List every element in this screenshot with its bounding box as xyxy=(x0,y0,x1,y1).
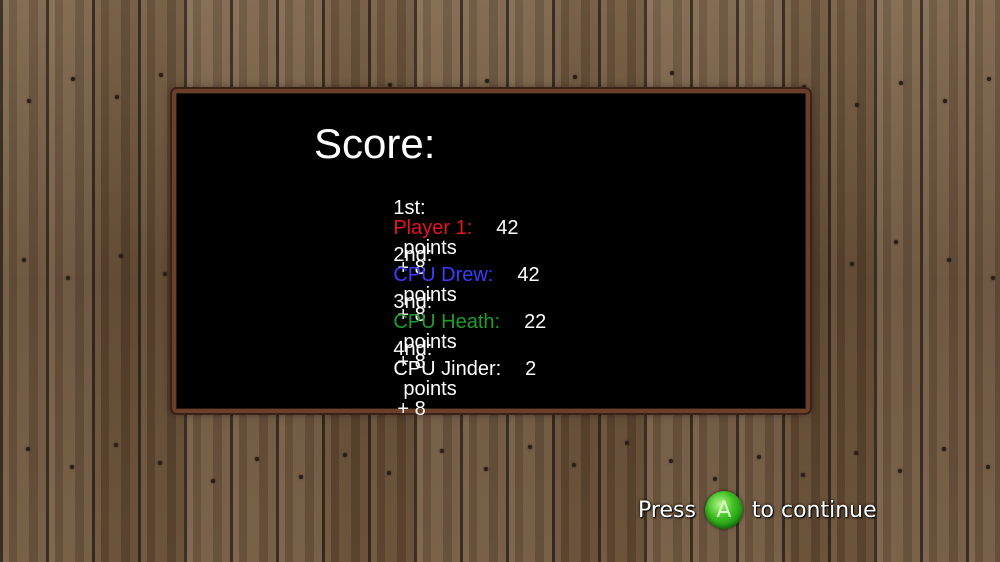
nail-icon xyxy=(26,447,30,451)
nail-icon xyxy=(27,99,31,103)
press-label: Press xyxy=(638,497,696,523)
nail-icon xyxy=(801,473,805,477)
continue-prompt[interactable]: Press A to continue xyxy=(638,490,877,530)
nail-icon xyxy=(485,79,489,83)
nail-icon xyxy=(114,443,118,447)
nail-icon xyxy=(943,99,947,103)
nail-icon xyxy=(573,75,577,79)
nail-icon xyxy=(987,77,991,81)
nail-icon xyxy=(528,445,532,449)
nail-icon xyxy=(850,262,854,266)
nail-icon xyxy=(22,258,26,262)
bonus-value: + 8 xyxy=(397,398,426,420)
nail-icon xyxy=(986,465,990,469)
nail-icon xyxy=(625,441,629,445)
nail-icon xyxy=(942,447,946,451)
nail-icon xyxy=(898,469,902,473)
nail-icon xyxy=(947,258,951,262)
score-title: Score: xyxy=(314,120,436,167)
nail-icon xyxy=(158,461,162,465)
nail-icon xyxy=(670,71,674,75)
nail-icon xyxy=(854,451,858,455)
continue-label: to continue xyxy=(751,497,877,523)
place-label: 3nd: xyxy=(393,291,433,313)
points-value: 2 xyxy=(525,358,537,380)
nail-icon xyxy=(211,479,215,483)
nail-icon xyxy=(757,455,761,459)
place-label: 4nd: xyxy=(393,338,433,360)
nail-icon xyxy=(115,95,119,99)
nail-icon xyxy=(669,459,673,463)
nail-icon xyxy=(159,73,163,77)
nail-icon xyxy=(70,465,74,469)
nail-icon xyxy=(163,272,167,276)
wood-plank-background: Score: 1st: Player 1: 42 points + 8 2nd: … xyxy=(0,0,1000,562)
place-label: 2nd: xyxy=(393,244,433,266)
a-button-icon[interactable]: A xyxy=(704,491,743,529)
score-row-4: 4nd: CPU Jinder: 2 points + 8 xyxy=(360,319,536,439)
nail-icon xyxy=(388,83,392,87)
place-label: 1st: xyxy=(393,197,426,219)
nail-icon xyxy=(440,449,444,453)
nail-icon xyxy=(299,475,303,479)
nail-icon xyxy=(71,77,75,81)
player-name: CPU Jinder: xyxy=(393,358,502,380)
nail-icon xyxy=(713,477,717,481)
points-label: points xyxy=(403,378,457,400)
nail-icon xyxy=(572,463,576,467)
nail-icon xyxy=(484,467,488,471)
nail-icon xyxy=(343,453,347,457)
nail-icon xyxy=(66,276,70,280)
nail-icon xyxy=(387,471,391,475)
scoreboard-panel: Score: 1st: Player 1: 42 points + 8 2nd: … xyxy=(172,89,810,419)
nail-icon xyxy=(119,254,123,258)
nail-icon xyxy=(255,457,259,461)
nail-icon xyxy=(991,276,995,280)
nail-icon xyxy=(894,240,898,244)
nail-icon xyxy=(855,103,859,107)
nail-icon xyxy=(899,81,903,85)
